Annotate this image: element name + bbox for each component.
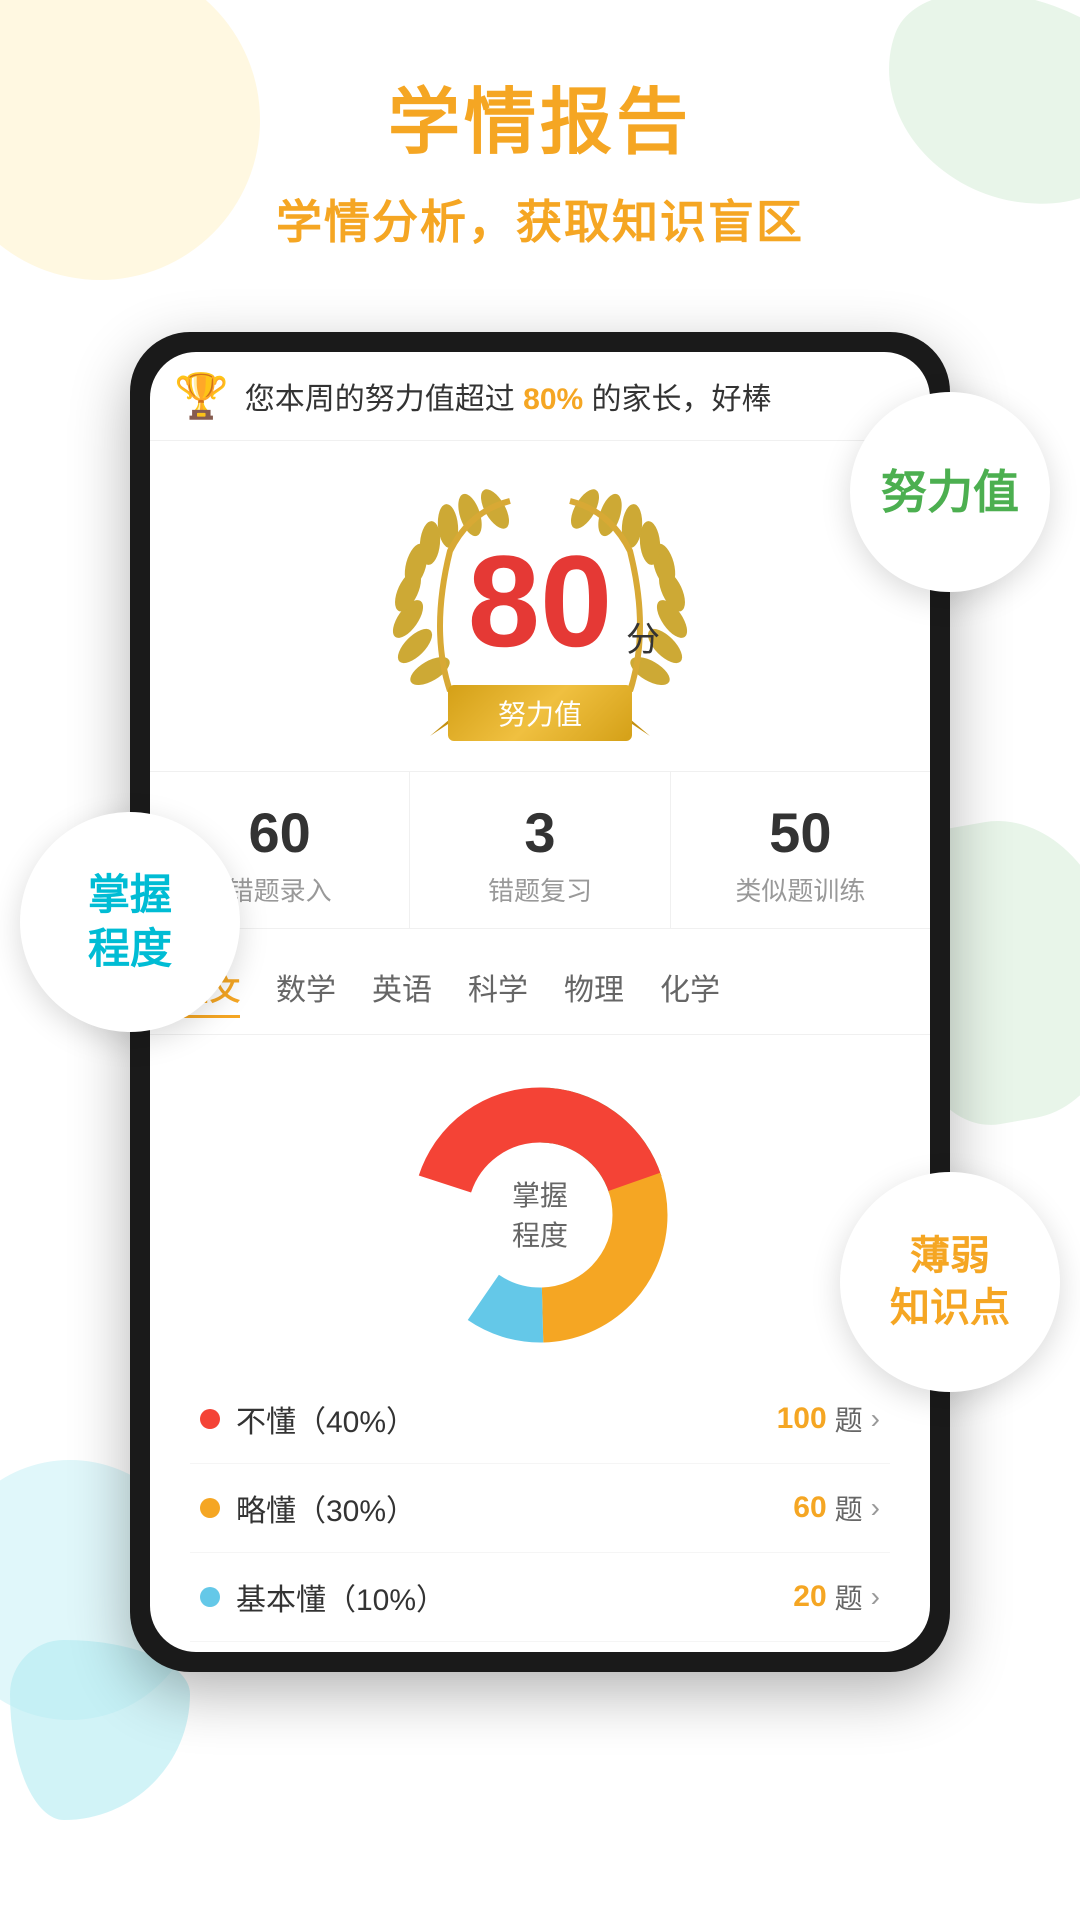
trophy-banner: 🏆 您本周的努力值超过 80% 的家长，好棒 — [150, 352, 930, 441]
stat-label-1: 错题复习 — [488, 871, 592, 908]
phone-frame: 🏆 您本周的努力值超过 80% 的家长，好棒 — [130, 332, 950, 1672]
legend-item-1[interactable]: 略懂（30%） 60 题 › — [190, 1464, 890, 1553]
legend-unit-2: 题 — [835, 1577, 863, 1617]
badge-mastery: 掌握程度 — [20, 812, 240, 1032]
badge-effort-text: 努力值 — [881, 465, 1019, 520]
legend-label-2: 基本懂（10%） — [236, 1575, 446, 1619]
score-number: 80 — [468, 536, 613, 666]
trophy-icon: 🏆 — [174, 370, 229, 422]
score-unit: 分 — [626, 612, 660, 661]
legend-right-0: 100 题 › — [777, 1399, 880, 1439]
donut-center-label: 掌握程度 — [512, 1176, 568, 1254]
score-section: 80 分 努力值 — [150, 441, 930, 771]
badge-weak-knowledge: 薄弱知识点 — [840, 1172, 1060, 1392]
legend-left-0: 不懂（40%） — [200, 1397, 416, 1441]
subject-tab-4[interactable]: 物理 — [564, 965, 624, 1018]
subject-tab-5[interactable]: 化学 — [660, 965, 720, 1018]
subject-tab-3[interactable]: 科学 — [468, 965, 528, 1018]
legend-arrow-0: › — [871, 1403, 880, 1435]
subject-tab-2[interactable]: 英语 — [372, 965, 432, 1018]
stat-number-0: 60 — [249, 800, 311, 865]
legend-unit-1: 题 — [835, 1488, 863, 1528]
phone-wrapper: 努力值 掌握程度 薄弱知识点 🏆 您本周的努力值超过 80% 的家长，好棒 — [130, 332, 950, 1672]
badge-mastery-text: 掌握程度 — [88, 868, 172, 977]
legend-count-0: 100 — [777, 1402, 827, 1436]
legend-dot-1 — [200, 1498, 220, 1518]
legend-right-2: 20 题 › — [793, 1577, 880, 1617]
legend-label-0: 不懂（40%） — [236, 1397, 416, 1441]
stat-number-2: 50 — [769, 800, 831, 865]
legend-arrow-2: › — [871, 1581, 880, 1613]
stat-item-1: 3 错题复习 — [410, 772, 670, 928]
legend-dot-0 — [200, 1409, 220, 1429]
score-label-ribbon: 努力值 — [448, 685, 632, 741]
donut-chart: 掌握程度 — [390, 1065, 690, 1365]
legend-count-2: 20 — [793, 1580, 826, 1614]
laurel-wreath: 80 分 努力值 — [370, 471, 710, 751]
legend-unit-0: 题 — [835, 1399, 863, 1439]
legend-item-2[interactable]: 基本懂（10%） 20 题 › — [190, 1553, 890, 1642]
legend-left-2: 基本懂（10%） — [200, 1575, 446, 1619]
legend-count-1: 60 — [793, 1491, 826, 1525]
header: 学情报告 学情分析，获取知识盲区 — [0, 0, 1080, 272]
trophy-highlight: 80% — [523, 383, 583, 416]
legend-arrow-1: › — [871, 1492, 880, 1524]
legend-list: 不懂（40%） 100 题 › 略懂（30%） 60 题 › 基本懂（10%） … — [170, 1375, 910, 1642]
trophy-text: 您本周的努力值超过 80% 的家长，好棒 — [245, 374, 772, 418]
legend-right-1: 60 题 › — [793, 1488, 880, 1528]
chart-section: 掌握程度 不懂（40%） 100 题 › 略懂（30%） 60 题 › 基本懂（… — [150, 1035, 930, 1652]
badge-weak-text: 薄弱知识点 — [890, 1230, 1010, 1334]
legend-item-0[interactable]: 不懂（40%） 100 题 › — [190, 1375, 890, 1464]
phone-screen: 🏆 您本周的努力值超过 80% 的家长，好棒 — [150, 352, 930, 1652]
stats-row: 60 错题录入 3 错题复习 50 类似题训练 — [150, 771, 930, 929]
legend-dot-2 — [200, 1587, 220, 1607]
subject-tab-1[interactable]: 数学 — [276, 965, 336, 1018]
stat-number-1: 3 — [524, 800, 555, 865]
stat-item-2: 50 类似题训练 — [671, 772, 930, 928]
badge-effort: 努力值 — [850, 392, 1050, 592]
page-subtitle: 学情分析，获取知识盲区 — [0, 186, 1080, 252]
legend-label-1: 略懂（30%） — [236, 1486, 416, 1530]
legend-left-1: 略懂（30%） — [200, 1486, 416, 1530]
page-title: 学情报告 — [0, 80, 1080, 166]
subject-tabs[interactable]: 语文数学英语科学物理化学 — [150, 949, 930, 1035]
stat-label-2: 类似题训练 — [735, 871, 865, 908]
stat-label-0: 错题录入 — [228, 871, 332, 908]
